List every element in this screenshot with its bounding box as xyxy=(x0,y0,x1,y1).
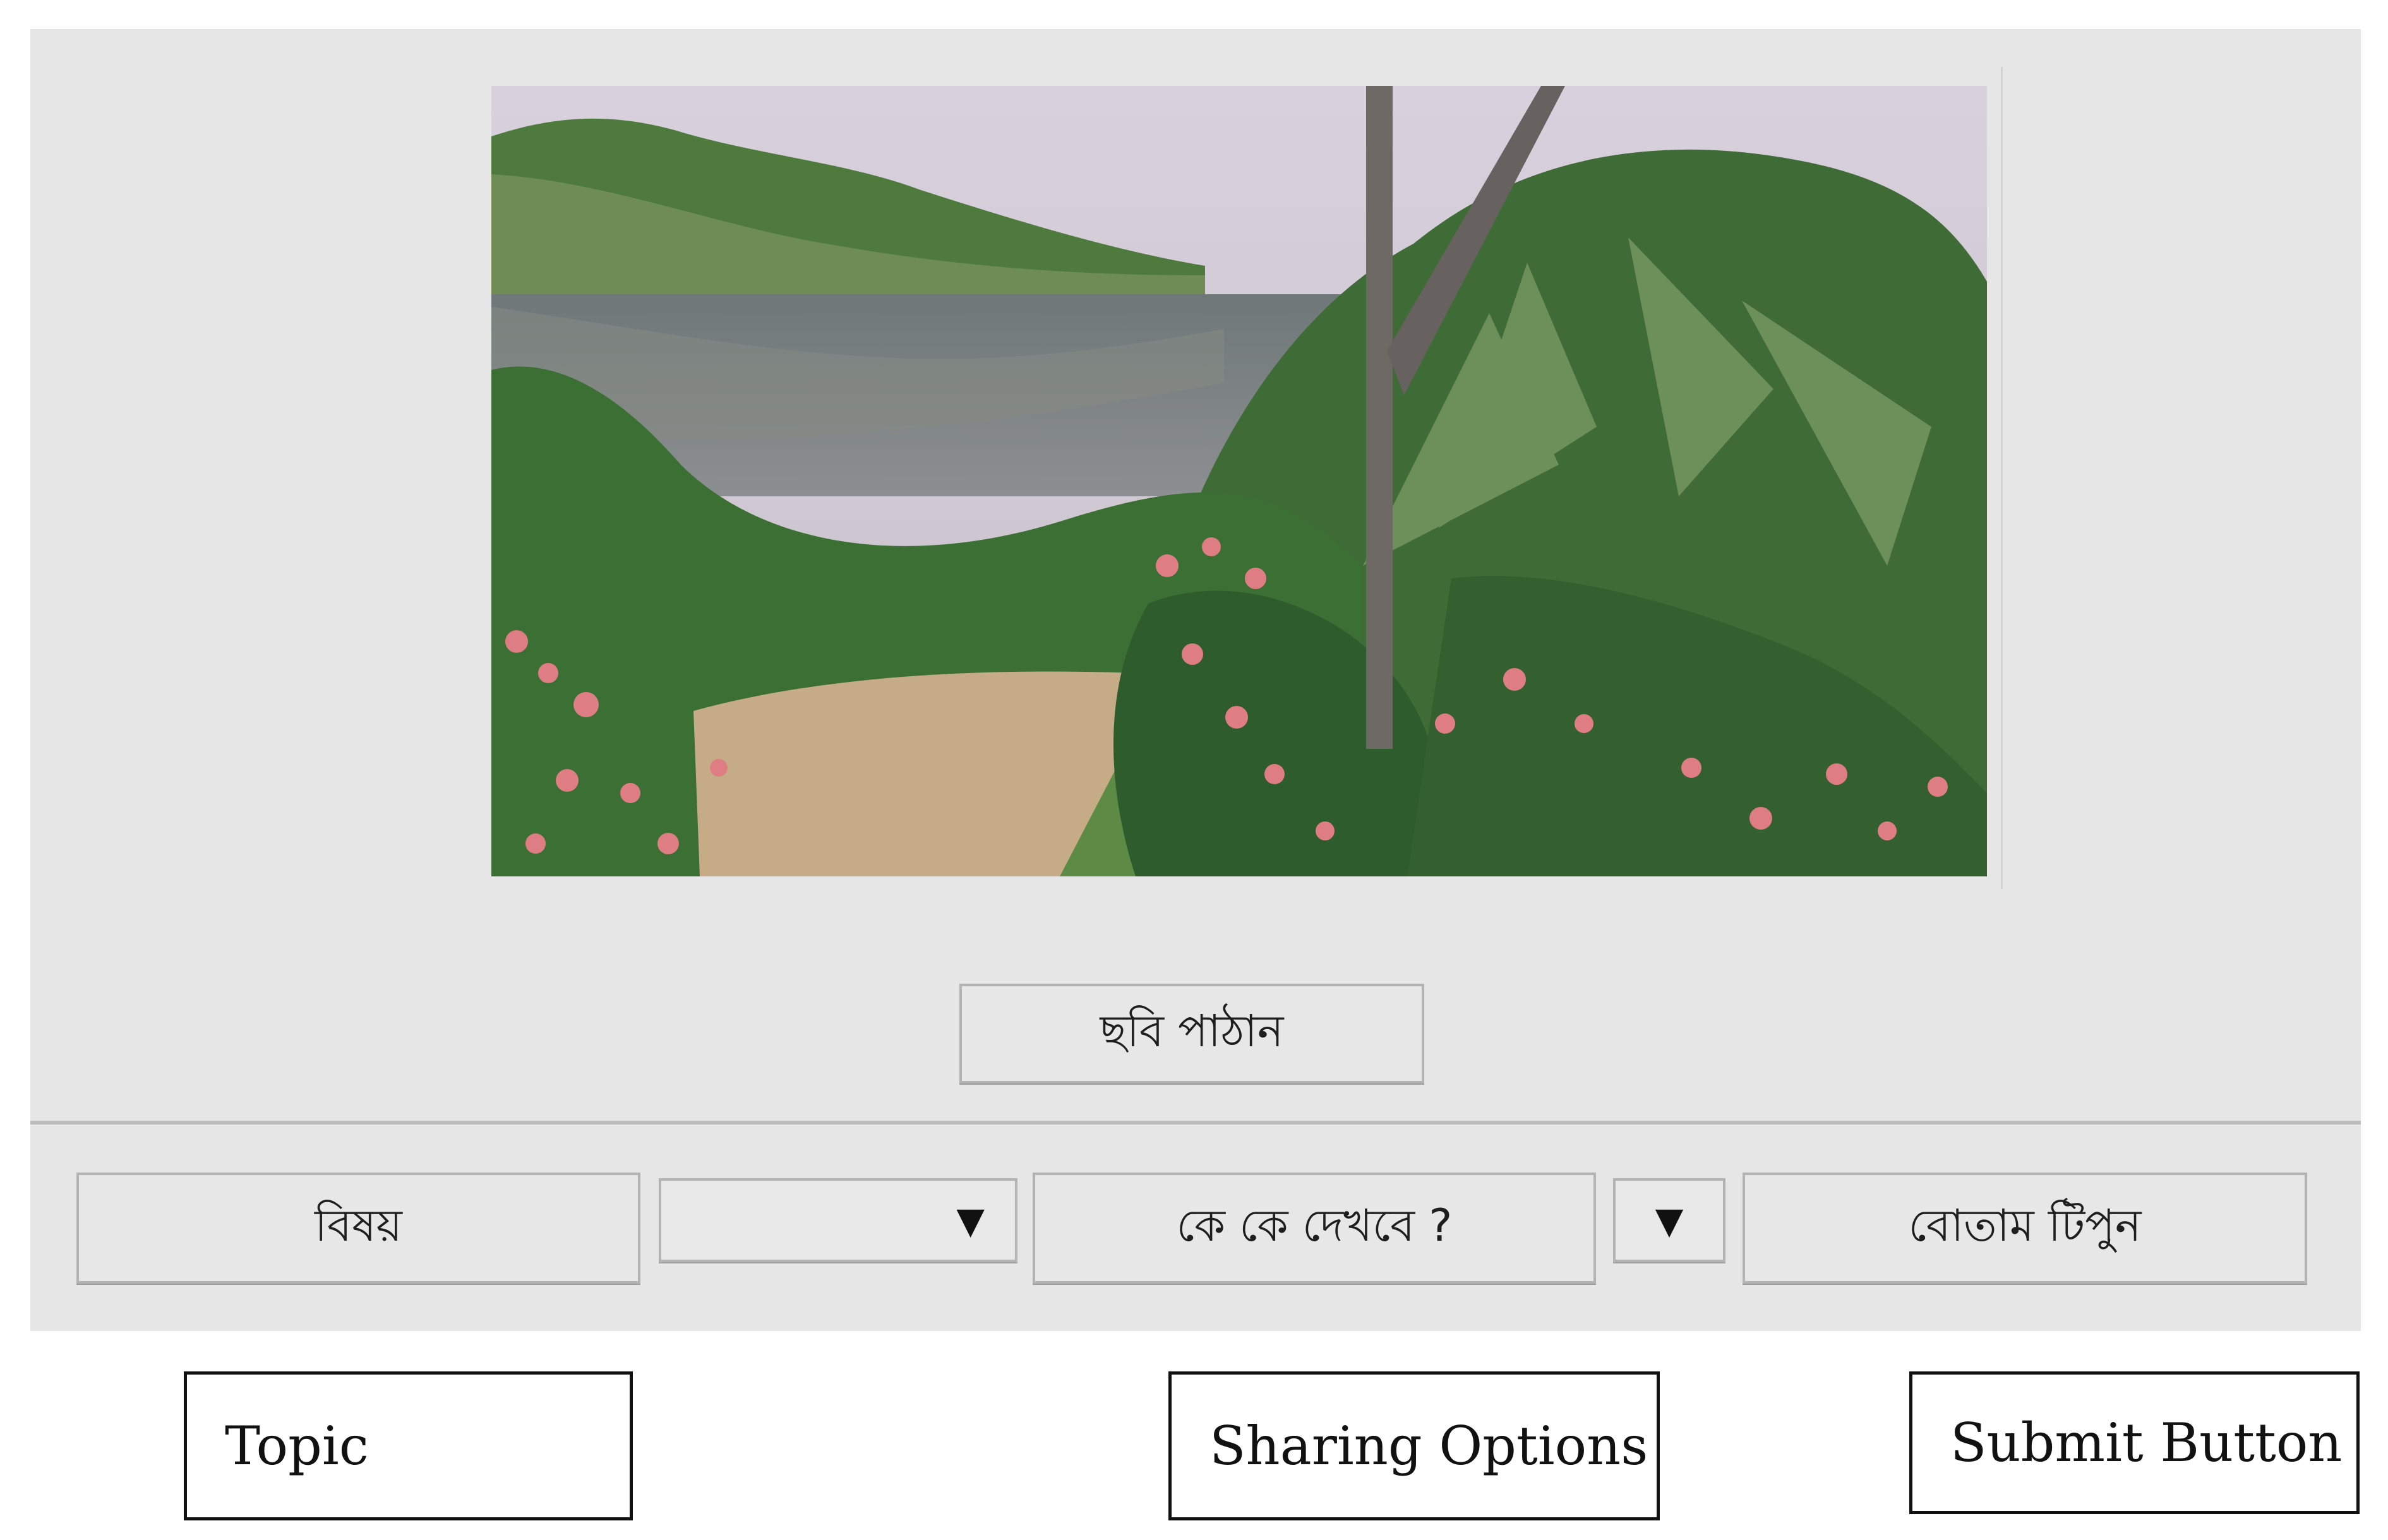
send-photo-button[interactable]: ছবি পাঠান xyxy=(959,984,1424,1083)
sharing-options-button[interactable]: কে কে দেখবে ? xyxy=(1033,1173,1596,1284)
topic-button[interactable]: বিষয় xyxy=(76,1173,640,1284)
topic-button-label: বিষয় xyxy=(315,1199,402,1251)
toolbar-divider xyxy=(30,1121,2361,1125)
topic-annotation-label: Topic xyxy=(225,1415,369,1477)
submit-button-annotation-label: Submit Button xyxy=(1950,1412,2343,1474)
topic-select[interactable]: ▼ xyxy=(659,1178,1017,1262)
sharing-options-label: কে কে দেখবে ? xyxy=(1176,1199,1453,1251)
submit-button[interactable]: বোতাম টিপুন xyxy=(1743,1173,2307,1284)
chevron-down-icon: ▼ xyxy=(1655,1198,1684,1242)
lake-landscape-image xyxy=(491,86,1987,876)
sharing-options-annotation: Sharing Options xyxy=(1168,1371,1660,1520)
sharing-options-annotation-label: Sharing Options xyxy=(1209,1415,1648,1477)
image-frame-border xyxy=(2001,67,2003,889)
sharing-options-select[interactable]: ▼ xyxy=(1613,1178,1725,1262)
app-panel xyxy=(30,29,2361,1331)
topic-annotation: Topic xyxy=(184,1371,633,1520)
submit-button-annotation: Submit Button xyxy=(1909,1371,2360,1514)
send-photo-label: ছবি পাঠান xyxy=(1100,1005,1284,1057)
photo-preview xyxy=(491,86,1987,876)
submit-button-label: বোতাম টিপুন xyxy=(1908,1199,2142,1251)
chevron-down-icon: ▼ xyxy=(956,1198,985,1242)
